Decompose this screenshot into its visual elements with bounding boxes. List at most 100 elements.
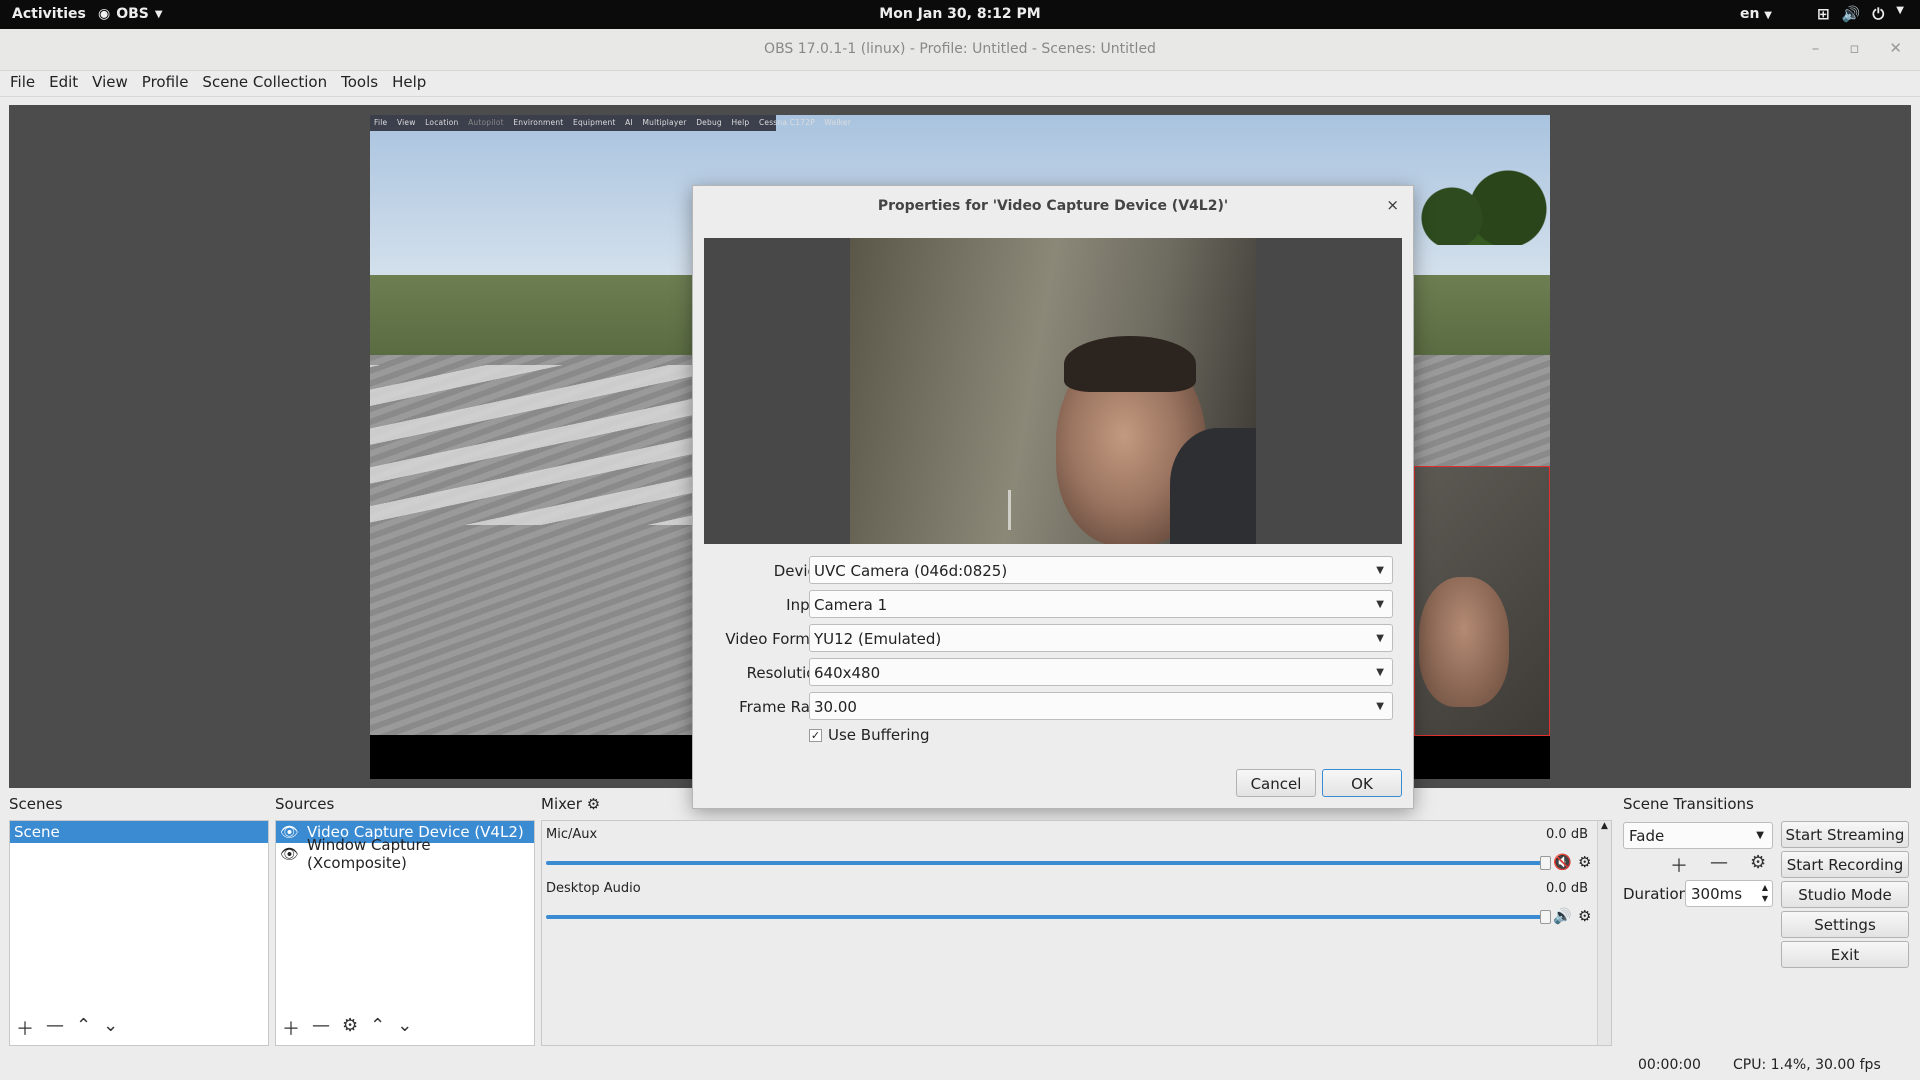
scroll-up-icon[interactable]: ▲ (1598, 821, 1611, 831)
maximize-icon[interactable]: ▫ (1849, 39, 1859, 57)
resolution-value: 640x480 (814, 664, 881, 682)
gear-icon[interactable]: ⚙ (1578, 907, 1591, 925)
track-db: 0.0 dB (1546, 827, 1588, 842)
frame-rate-select[interactable]: 30.00 ▼ (809, 692, 1393, 720)
resolution-select[interactable]: 640x480 ▼ (809, 658, 1393, 686)
frame-rate-value: 30.00 (814, 698, 857, 716)
sim-menu-item: Location (425, 118, 459, 127)
exit-button[interactable]: Exit (1781, 941, 1909, 968)
minimize-icon[interactable]: – (1812, 39, 1820, 57)
menu-scene-collection[interactable]: Scene Collection (198, 71, 331, 96)
move-up-icon[interactable]: ⌃ (76, 1015, 91, 1041)
muted-speaker-icon[interactable]: 🔇 (1553, 853, 1572, 871)
sim-menu-item: Equipment (573, 118, 616, 127)
volume-slider[interactable] (546, 861, 1546, 865)
gear-icon[interactable]: ⚙ (1578, 853, 1591, 871)
menu-help[interactable]: Help (388, 71, 430, 96)
cancel-button[interactable]: Cancel (1236, 769, 1316, 797)
menu-file[interactable]: File (6, 71, 39, 96)
settings-button[interactable]: Settings (1781, 911, 1909, 938)
duration-label: Duration (1623, 885, 1689, 903)
menu-view[interactable]: View (88, 71, 132, 96)
speaker-icon[interactable]: 🔊 (1553, 907, 1572, 925)
spin-arrows-icon[interactable]: ▲ ▼ (1762, 882, 1768, 904)
menu-tools[interactable]: Tools (337, 71, 382, 96)
remove-icon[interactable]: — (1710, 852, 1728, 878)
menu-edit[interactable]: Edit (45, 71, 82, 96)
sim-menu-bar: File View Location Autopilot Environment… (370, 115, 851, 131)
sim-menu-item: AI (625, 118, 633, 127)
device-value: UVC Camera (046d:0825) (814, 562, 1008, 580)
duration-value: 300ms (1691, 885, 1743, 903)
mixer-scrollbar[interactable]: ▲ (1597, 821, 1611, 1045)
use-buffering-label: Use Buffering (828, 726, 930, 744)
camera-feed (850, 238, 1256, 544)
remove-icon[interactable]: — (312, 1015, 330, 1041)
selected-source-bounding-box[interactable] (1414, 466, 1550, 736)
volume-slider-handle[interactable] (1540, 910, 1551, 924)
close-icon[interactable]: ✕ (1889, 39, 1902, 57)
remove-icon[interactable]: — (46, 1015, 64, 1041)
gear-icon[interactable]: ⚙ (342, 1015, 358, 1041)
mixer-label: Mixer (541, 795, 582, 813)
chevron-down-icon: ▼ (1376, 599, 1384, 610)
sim-menu-item: Multiplayer (642, 118, 687, 127)
ok-button[interactable]: OK (1322, 769, 1402, 797)
use-buffering-checkbox[interactable]: ✓ Use Buffering (809, 726, 930, 744)
chevron-down-icon: ▼ (1376, 565, 1384, 576)
input-row: Input Camera 1 ▼ (693, 590, 1415, 620)
clock[interactable]: Mon Jan 30, 8:12 PM (879, 6, 1040, 22)
studio-mode-button[interactable]: Studio Mode (1781, 881, 1909, 908)
camera-preview (704, 238, 1402, 544)
sim-menu-item: Autopilot (468, 118, 504, 127)
sim-menu-item: Cessna C172P (758, 118, 815, 127)
system-status-area[interactable]: ⊞ 🔊 ⏻ ▼ (1817, 5, 1904, 23)
add-icon[interactable]: ＋ (16, 1015, 34, 1041)
app-menu-label: OBS (116, 6, 149, 22)
scene-transitions-title: Scene Transitions (1623, 795, 1754, 813)
mixer-title: Mixer ⚙ (541, 795, 600, 813)
language-indicator[interactable]: en ▼ (1740, 6, 1772, 22)
device-row: Device UVC Camera (046d:0825) ▼ (693, 556, 1415, 586)
scene-item[interactable]: Scene (10, 821, 268, 843)
language-label: en (1739, 6, 1760, 22)
gear-icon[interactable]: ⚙ (1750, 852, 1766, 878)
add-icon[interactable]: ＋ (282, 1015, 300, 1041)
sim-menu-item: View (396, 118, 416, 127)
start-streaming-button[interactable]: Start Streaming (1781, 821, 1909, 848)
close-icon[interactable]: × (1386, 196, 1399, 214)
menu-profile[interactable]: Profile (138, 71, 193, 96)
chevron-down-icon: ▼ (1764, 10, 1772, 21)
transition-select[interactable]: Fade ▼ (1623, 822, 1773, 849)
gear-icon[interactable]: ⚙ (587, 795, 600, 813)
activities-button[interactable]: Activities (12, 6, 86, 22)
system-top-bar: Activities ◉ OBS ▼ Mon Jan 30, 8:12 PM e… (0, 0, 1920, 29)
resolution-row: Resolution 640x480 ▼ (693, 658, 1415, 688)
scenes-title: Scenes (9, 795, 63, 813)
source-item[interactable]: 👁 Window Capture (Xcomposite) (276, 836, 534, 872)
volume-slider-handle[interactable] (1540, 856, 1551, 870)
chevron-down-icon: ▼ (1376, 667, 1384, 678)
input-select[interactable]: Camera 1 ▼ (809, 590, 1393, 618)
video-format-select[interactable]: YU12 (Emulated) ▼ (809, 624, 1393, 652)
start-recording-button[interactable]: Start Recording (1781, 851, 1909, 878)
webcam-face (1419, 577, 1509, 707)
eye-icon[interactable]: 👁 (280, 823, 299, 841)
track-name: Desktop Audio (546, 881, 641, 896)
scenes-list[interactable]: Scene ＋ — ⌃ ⌄ (9, 820, 269, 1046)
chevron-down-icon: ▼ (1376, 701, 1384, 712)
eye-icon[interactable]: 👁 (280, 845, 299, 863)
move-up-icon[interactable]: ⌃ (370, 1015, 385, 1041)
move-down-icon[interactable]: ⌄ (397, 1015, 412, 1041)
move-down-icon[interactable]: ⌄ (103, 1015, 118, 1041)
checkmark-icon: ✓ (809, 728, 822, 742)
app-menu[interactable]: ◉ OBS ▼ (98, 6, 163, 22)
volume-slider[interactable] (546, 915, 1546, 919)
sim-menu-item: File (374, 118, 388, 127)
sources-list[interactable]: 👁 Video Capture Device (V4L2) 👁 Window C… (275, 820, 535, 1046)
person-hair (1064, 336, 1196, 392)
device-select[interactable]: UVC Camera (046d:0825) ▼ (809, 556, 1393, 584)
recording-time: 00:00:00 (1638, 1057, 1701, 1073)
add-icon[interactable]: ＋ (1670, 852, 1688, 878)
duration-spinbox[interactable]: 300ms ▲ ▼ (1685, 880, 1773, 907)
